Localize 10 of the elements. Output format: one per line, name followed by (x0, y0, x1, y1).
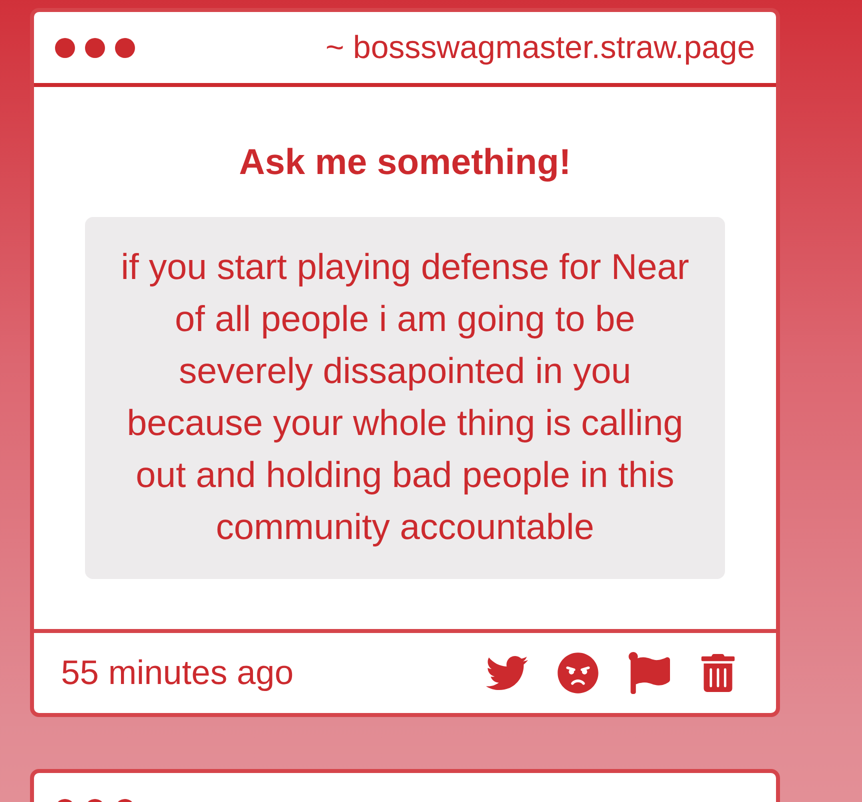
card-heading: Ask me something! (238, 142, 572, 182)
window-dot-icon (115, 38, 135, 58)
page-address: ~ bossswagmaster.straw.page (325, 29, 755, 66)
angry-face-icon[interactable] (557, 652, 599, 694)
trash-icon[interactable] (699, 654, 737, 692)
timestamp: 55 minutes ago (61, 654, 294, 692)
window-dot-icon (85, 38, 105, 58)
window-dot-icon (55, 38, 75, 58)
flag-icon[interactable] (628, 652, 670, 694)
question-text: if you start playing defense for Near of all people i am going to be severely dissapointed in you because your whole thing is calling out and holding bad people in this community accountable (85, 217, 725, 579)
